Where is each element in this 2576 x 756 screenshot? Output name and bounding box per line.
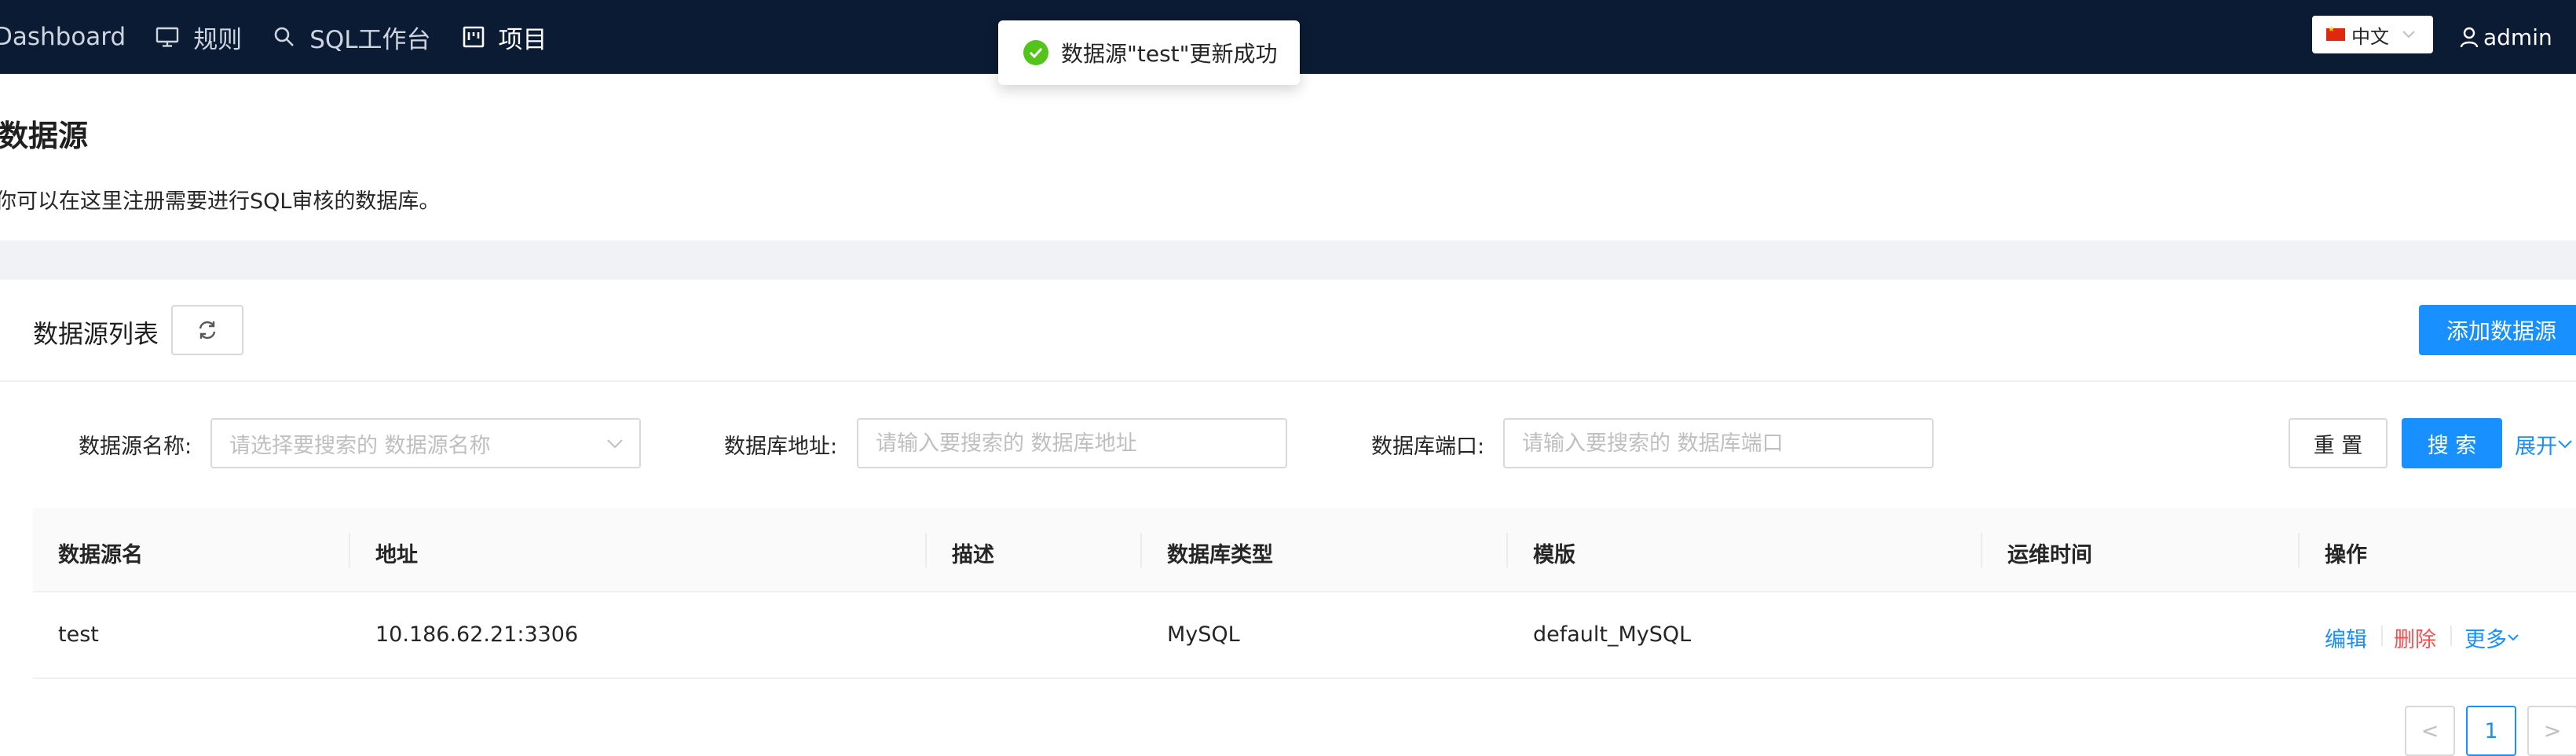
edit-link[interactable]: 编辑 (2325, 622, 2367, 653)
cell-datasource-name: test (58, 622, 99, 647)
db-port-input[interactable] (1503, 418, 1934, 468)
db-host-label: 数据库地址: (724, 435, 838, 459)
page-title: 数据源 (0, 119, 89, 153)
nav-project[interactable]: 项目 (463, 0, 547, 74)
language-label: 中文 (2351, 25, 2389, 48)
reset-button[interactable]: 重 置 (2289, 418, 2388, 468)
user-menu[interactable]: admin (2460, 0, 2552, 74)
datasource-name-label: 数据源名称: (79, 435, 192, 459)
column-header: 模版 (1533, 543, 1575, 567)
column-separator (925, 533, 927, 567)
column-separator (1981, 533, 1982, 567)
nav-sql-workbench[interactable]: SQL工作台 (273, 0, 431, 74)
pagination-next-button[interactable]: > (2527, 706, 2576, 756)
monitor-icon (156, 27, 179, 47)
column-header: 数据库类型 (1167, 543, 1273, 567)
nav-rules[interactable]: 规则 (156, 0, 242, 74)
db-port-label: 数据库端口: (1371, 435, 1485, 459)
column-separator (1506, 533, 1508, 567)
column-separator (349, 533, 350, 567)
datasource-name-select[interactable]: 请选择要搜索的 数据源名称 (210, 418, 641, 468)
pagination-page-1[interactable]: 1 (2466, 706, 2516, 756)
nav-sql-workbench-label: SQL工作台 (309, 25, 431, 54)
column-header: 数据源名 (58, 543, 143, 567)
cell-address: 10.186.62.21:3306 (375, 622, 579, 647)
toast-message: 数据源"test"更新成功 (1061, 41, 1278, 67)
column-separator (2298, 533, 2300, 567)
success-toast: 数据源"test"更新成功 (998, 20, 1300, 85)
cell-db-type: MySQL (1167, 622, 1240, 647)
nav-project-label: 项目 (498, 25, 547, 54)
user-name: admin (2483, 24, 2552, 50)
refresh-icon (199, 321, 216, 339)
action-separator (2381, 626, 2383, 646)
project-board-icon (463, 26, 484, 48)
column-header: 操作 (2325, 543, 2367, 567)
section-divider-band (0, 240, 2576, 280)
chevron-down-icon (607, 439, 623, 449)
search-button[interactable]: 搜 索 (2402, 418, 2502, 468)
delete-link[interactable]: 删除 (2394, 622, 2436, 653)
card-title: 数据源列表 (33, 319, 159, 349)
page-description: 你可以在这里注册需要进行SQL审核的数据库。 (0, 189, 441, 214)
table-header: 数据源名 地址 描述 数据库类型 模版 运维时间 操作 (33, 508, 2576, 593)
column-header: 地址 (375, 543, 418, 567)
search-icon (274, 27, 295, 46)
chevron-down-icon (2402, 31, 2415, 39)
column-header: 运维时间 (2007, 543, 2092, 567)
cell-template: default_MySQL (1533, 622, 1692, 647)
nav-dashboard-label: Dashboard (0, 23, 126, 51)
column-header: 描述 (952, 543, 994, 567)
card-divider (0, 380, 2576, 382)
language-select[interactable]: 中文 (2312, 16, 2433, 53)
add-datasource-button[interactable]: 添加数据源 (2419, 305, 2576, 355)
china-flag-icon (2326, 25, 2345, 41)
check-circle-icon (1023, 40, 1048, 65)
action-separator (2450, 626, 2452, 646)
datasource-name-placeholder: 请选择要搜索的 数据源名称 (229, 433, 491, 458)
nav-rules-label: 规则 (193, 25, 243, 54)
user-icon (2460, 27, 2479, 48)
expand-label: 展开 (2515, 435, 2557, 459)
db-host-input[interactable] (857, 418, 1287, 468)
pagination-prev-button[interactable]: < (2405, 706, 2455, 756)
refresh-button[interactable] (171, 305, 243, 355)
chevron-down-icon (2558, 439, 2572, 448)
nav-dashboard[interactable]: Dashboard (0, 0, 126, 74)
chevron-down-icon (2508, 633, 2519, 640)
expand-filters-link[interactable]: 展开 (2515, 429, 2573, 460)
more-actions-dropdown[interactable]: 更多 (2464, 622, 2519, 653)
column-separator (1140, 533, 1142, 567)
more-label: 更多 (2464, 628, 2507, 652)
table-row: test 10.186.62.21:3306 MySQL default_MyS… (33, 593, 2576, 679)
